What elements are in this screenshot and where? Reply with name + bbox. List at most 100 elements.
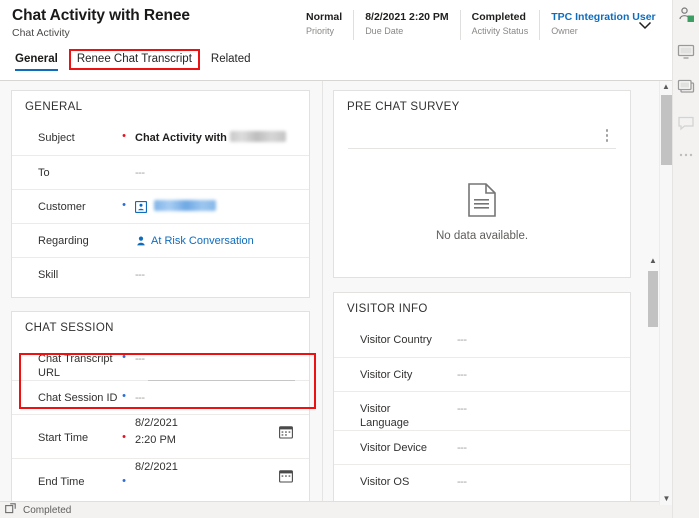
- document-icon: [467, 183, 497, 222]
- priority-label: Priority: [306, 25, 342, 38]
- right-column-scrollbar-thumb[interactable]: [648, 271, 658, 327]
- page-scrollbar[interactable]: ▲ ▼: [659, 81, 672, 505]
- field-row-chat-transcript-url: Chat Transcript URL • ---: [12, 342, 309, 380]
- start-time-time: 2:20 PM: [135, 432, 299, 449]
- monitor-icon[interactable]: [677, 42, 695, 60]
- customer-label: Customer: [12, 190, 118, 214]
- regarding-value[interactable]: At Risk Conversation: [130, 224, 299, 252]
- header-meta-group: Normal Priority 8/2/2021 2:20 PM Due Dat…: [306, 10, 667, 42]
- presence-contact-icon[interactable]: [677, 6, 695, 24]
- end-time-value[interactable]: 8/2/2021: [130, 459, 299, 476]
- visitor-city-required-marker: [440, 358, 452, 367]
- visitor-language-required-marker: [440, 392, 452, 401]
- chat-transcript-url-value[interactable]: ---: [130, 342, 299, 367]
- chat-session-section: CHAT SESSION Chat Transcript URL • --- C…: [11, 311, 310, 505]
- to-required-marker: [118, 156, 130, 165]
- to-value[interactable]: ---: [130, 156, 299, 181]
- end-time-required-marker: •: [118, 459, 130, 487]
- to-label: To: [12, 156, 118, 180]
- due-date-label: Due Date: [365, 25, 448, 38]
- start-time-required-marker: •: [118, 415, 130, 443]
- subject-value-text: Chat Activity with: [135, 132, 227, 144]
- visitor-device-required-marker: [440, 431, 452, 440]
- chat-session-id-value[interactable]: ---: [130, 381, 299, 406]
- header-meta-priority: Normal Priority: [306, 10, 353, 40]
- person-icon: [135, 235, 147, 252]
- start-time-label: Start Time: [12, 415, 118, 445]
- visitor-language-label: Visitor Language: [334, 392, 440, 430]
- screen-share-icon[interactable]: [677, 78, 695, 96]
- tab-bar: General Renee Chat Transcript Related: [0, 50, 672, 78]
- status-bar-text: Completed: [23, 505, 71, 516]
- chat-transcript-url-required-marker: •: [118, 342, 130, 363]
- form-page: Chat Activity with Renee Chat Activity N…: [0, 0, 699, 518]
- customer-redacted-text: [154, 200, 216, 211]
- visitor-country-label: Visitor Country: [334, 323, 440, 347]
- tab-general[interactable]: General: [8, 50, 65, 70]
- visitor-country-value[interactable]: ---: [452, 323, 620, 348]
- field-row-visitor-os: Visitor OS ---: [334, 464, 630, 498]
- header-meta-due-date: 8/2/2021 2:20 PM Due Date: [353, 10, 459, 40]
- field-row-chat-session-id: Chat Session ID • ---: [12, 380, 309, 414]
- field-row-customer: Customer •: [12, 189, 309, 223]
- page-scrollbar-thumb[interactable]: [661, 95, 672, 165]
- visitor-info-title: VISITOR INFO: [334, 302, 630, 323]
- visitor-info-section: VISITOR INFO Visitor Country --- Visitor…: [333, 292, 631, 505]
- customer-value[interactable]: [130, 190, 299, 218]
- chat-session-id-required-marker: •: [118, 381, 130, 402]
- more-icon[interactable]: [677, 150, 695, 160]
- regarding-value-text: At Risk Conversation: [151, 235, 254, 247]
- visitor-device-value[interactable]: ---: [452, 431, 620, 456]
- customer-required-marker: •: [118, 190, 130, 211]
- subject-value[interactable]: Chat Activity with: [130, 121, 299, 146]
- tab-renee-chat-transcript[interactable]: Renee Chat Transcript: [69, 49, 200, 70]
- visitor-city-value[interactable]: ---: [452, 358, 620, 383]
- skill-label: Skill: [12, 258, 118, 282]
- calendar-icon[interactable]: [279, 425, 293, 439]
- more-options-icon[interactable]: [334, 121, 630, 148]
- scroll-up-arrow-icon[interactable]: ▲: [647, 255, 659, 267]
- due-date-value: 8/2/2021 2:20 PM: [365, 10, 448, 24]
- visitor-os-label: Visitor OS: [334, 465, 440, 489]
- visitor-city-label: Visitor City: [334, 358, 440, 382]
- skill-value[interactable]: ---: [130, 258, 299, 283]
- general-section-title: GENERAL: [12, 100, 309, 121]
- visitor-os-required-marker: [440, 465, 452, 474]
- visitor-language-value[interactable]: ---: [452, 392, 620, 417]
- field-row-subject: Subject • Chat Activity with: [12, 121, 309, 155]
- field-row-regarding: Regarding At Risk Conversation: [12, 223, 309, 257]
- field-row-visitor-city: Visitor City ---: [334, 357, 630, 391]
- start-time-date: 8/2/2021: [135, 415, 299, 432]
- chat-bubble-icon[interactable]: [677, 114, 695, 132]
- regarding-label: Regarding: [12, 224, 118, 248]
- right-column-scrollbar[interactable]: ▲: [647, 255, 659, 505]
- regarding-required-marker: [118, 224, 130, 233]
- calendar-icon[interactable]: [279, 469, 293, 483]
- field-row-visitor-country: Visitor Country ---: [334, 323, 630, 357]
- activity-status-label: Activity Status: [472, 25, 529, 38]
- expand-icon[interactable]: [5, 501, 16, 518]
- chat-transcript-url-label: Chat Transcript URL: [12, 342, 118, 380]
- end-time-date: 8/2/2021: [135, 459, 299, 476]
- activity-status-value: Completed: [472, 10, 529, 24]
- field-row-skill: Skill ---: [12, 257, 309, 291]
- tab-related[interactable]: Related: [204, 50, 258, 70]
- visitor-os-value[interactable]: ---: [452, 465, 620, 490]
- visitor-device-label: Visitor Device: [334, 431, 440, 455]
- start-time-value[interactable]: 8/2/2021 2:20 PM: [130, 415, 299, 449]
- priority-value: Normal: [306, 10, 342, 24]
- status-bar: Completed: [0, 501, 672, 518]
- record-header: Chat Activity with Renee Chat Activity N…: [0, 0, 672, 47]
- chat-session-section-title: CHAT SESSION: [12, 321, 309, 342]
- contact-card-icon: [135, 201, 147, 218]
- subject-redacted-text: [230, 131, 286, 142]
- pre-chat-survey-section: PRE CHAT SURVEY No d: [333, 90, 631, 278]
- subject-required-marker: •: [118, 121, 130, 142]
- scroll-up-arrow-icon[interactable]: ▲: [660, 81, 672, 93]
- left-column: GENERAL Subject • Chat Activity with To …: [0, 81, 322, 505]
- visitor-country-required-marker: [440, 323, 452, 332]
- pre-chat-survey-title: PRE CHAT SURVEY: [334, 100, 630, 121]
- more-options-dots: [606, 129, 609, 142]
- field-row-visitor-language: Visitor Language ---: [334, 391, 630, 430]
- chevron-down-icon[interactable]: [636, 16, 654, 34]
